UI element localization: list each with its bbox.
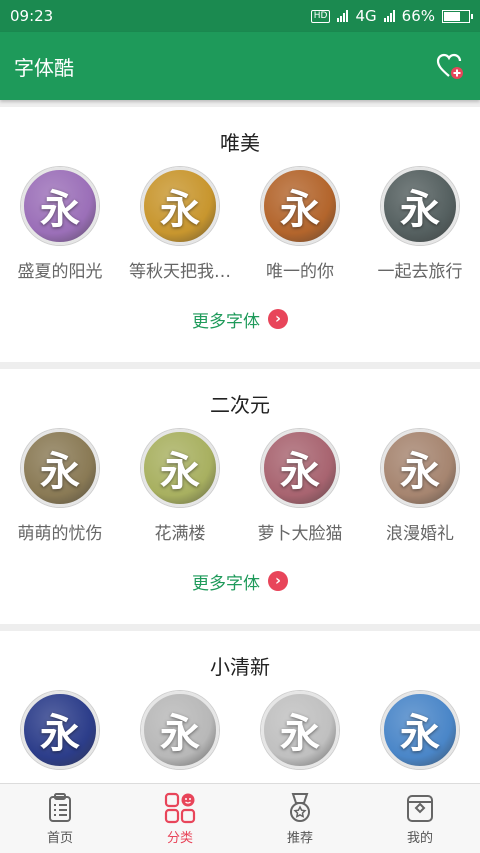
font-preview-glyph: 永 xyxy=(160,710,200,757)
category-content[interactable]: 唯美 永 盛夏的阳光 永 等秋天把我… 永 唯一的你 永 一起去旅行 更多字体 … xyxy=(0,100,480,783)
font-preview-glyph: 永 xyxy=(400,186,440,233)
font-preview-avatar: 永 xyxy=(21,691,99,769)
app-bar: 字体酷 xyxy=(0,32,480,100)
font-item[interactable]: 永 盛夏的阳光 xyxy=(0,167,120,282)
nav-tab[interactable]: 分类 xyxy=(120,784,240,853)
font-name: 浪漫婚礼 xyxy=(386,524,454,544)
font-preview-glyph: 永 xyxy=(400,710,440,757)
font-row: 永 萌萌的忧伤 永 花满楼 永 萝卜大脸猫 永 浪漫婚礼 xyxy=(0,429,480,544)
signal-icon xyxy=(337,10,349,22)
font-item[interactable]: 永 萝卜大脸猫 xyxy=(240,429,360,544)
font-item[interactable]: 永 萌萌的忧伤 xyxy=(0,429,120,544)
font-section: 二次元 永 萌萌的忧伤 永 花满楼 永 萝卜大脸猫 永 浪漫婚礼 更多字体 › xyxy=(0,369,480,624)
font-row: 永 浮在空中的梦 永 绅士的品格 永 小可爱的周末 永 雨中泡泡球 xyxy=(0,691,480,783)
font-item[interactable]: 永 唯一的你 xyxy=(240,167,360,282)
favorite-button[interactable] xyxy=(434,50,466,82)
font-preview-avatar: 永 xyxy=(141,167,219,245)
nav-tab-label: 分类 xyxy=(166,831,193,846)
network-type: 4G xyxy=(355,7,377,25)
section-title: 小清新 xyxy=(210,655,270,679)
battery-percent: 66% xyxy=(401,7,435,25)
font-preview-glyph: 永 xyxy=(400,448,440,495)
font-item[interactable]: 永 绅士的品格 xyxy=(120,691,240,783)
heart-plus-icon xyxy=(436,53,463,79)
hd-badge: HD xyxy=(310,9,331,23)
font-preview-avatar: 永 xyxy=(261,691,339,769)
font-row: 永 盛夏的阳光 永 等秋天把我… 永 唯一的你 永 一起去旅行 xyxy=(0,167,480,282)
font-name: 花满楼 xyxy=(154,524,206,544)
font-item[interactable]: 永 雨中泡泡球 xyxy=(360,691,480,783)
nav-tab[interactable]: 推荐 xyxy=(240,784,360,853)
font-item[interactable]: 永 浪漫婚礼 xyxy=(360,429,480,544)
status-indicators: HD 4G 66% xyxy=(310,7,473,25)
font-preview-glyph: 永 xyxy=(40,448,80,495)
font-preview-glyph: 永 xyxy=(160,448,200,495)
font-name: 等秋天把我… xyxy=(129,262,231,282)
nav-tab-label: 我的 xyxy=(406,831,433,846)
font-preview-glyph: 永 xyxy=(280,186,320,233)
medal-icon xyxy=(283,791,317,825)
more-fonts-label: 更多字体 xyxy=(192,573,260,594)
chevron-right-icon: › xyxy=(268,571,288,591)
status-time: 09:23 xyxy=(10,7,54,25)
font-preview-avatar: 永 xyxy=(261,167,339,245)
font-preview-glyph: 永 xyxy=(160,186,200,233)
font-preview-avatar: 永 xyxy=(141,429,219,507)
font-section: 唯美 永 盛夏的阳光 永 等秋天把我… 永 唯一的你 永 一起去旅行 更多字体 … xyxy=(0,107,480,362)
app-title: 字体酷 xyxy=(14,55,74,80)
font-name: 盛夏的阳光 xyxy=(17,262,103,282)
bottom-nav: 首页 分类 推荐 我的 xyxy=(0,783,480,853)
font-name: 萌萌的忧伤 xyxy=(17,524,103,544)
chevron-right-icon: › xyxy=(268,309,288,329)
font-item[interactable]: 永 等秋天把我… xyxy=(120,167,240,282)
font-item[interactable]: 永 浮在空中的梦 xyxy=(0,691,120,783)
font-preview-avatar: 永 xyxy=(381,167,459,245)
font-preview-glyph: 永 xyxy=(40,710,80,757)
font-preview-avatar: 永 xyxy=(21,167,99,245)
font-item[interactable]: 永 小可爱的周末 xyxy=(240,691,360,783)
font-preview-avatar: 永 xyxy=(141,691,219,769)
clipboard-list-icon xyxy=(43,791,77,825)
font-item[interactable]: 永 一起去旅行 xyxy=(360,167,480,282)
category-grid-icon xyxy=(163,791,197,825)
font-preview-avatar: 永 xyxy=(261,429,339,507)
font-preview-avatar: 永 xyxy=(381,691,459,769)
font-preview-glyph: 永 xyxy=(40,186,80,233)
nav-tab[interactable]: 首页 xyxy=(0,784,120,853)
section-title: 唯美 xyxy=(220,131,260,155)
font-preview-glyph: 永 xyxy=(280,448,320,495)
font-section: 小清新 永 浮在空中的梦 永 绅士的品格 永 小可爱的周末 永 雨中泡泡球 更多… xyxy=(0,631,480,783)
nav-tab-label: 推荐 xyxy=(286,831,313,846)
nav-tab[interactable]: 我的 xyxy=(360,784,480,853)
font-preview-avatar: 永 xyxy=(381,429,459,507)
more-fonts-link[interactable]: 更多字体 › xyxy=(0,544,480,618)
font-name: 一起去旅行 xyxy=(377,262,463,282)
font-preview-avatar: 永 xyxy=(21,429,99,507)
more-fonts-link[interactable]: 更多字体 › xyxy=(0,282,480,356)
nav-tab-label: 首页 xyxy=(46,831,73,846)
font-preview-glyph: 永 xyxy=(280,710,320,757)
signal-icon-2 xyxy=(383,10,395,22)
more-fonts-label: 更多字体 xyxy=(192,311,260,332)
user-box-icon xyxy=(403,791,437,825)
status-bar: 09:23 HD 4G 66% xyxy=(0,0,480,32)
font-item[interactable]: 永 花满楼 xyxy=(120,429,240,544)
section-title: 二次元 xyxy=(210,393,270,417)
battery-icon xyxy=(442,9,473,23)
font-name: 萝卜大脸猫 xyxy=(257,524,343,544)
font-name: 唯一的你 xyxy=(266,262,334,282)
